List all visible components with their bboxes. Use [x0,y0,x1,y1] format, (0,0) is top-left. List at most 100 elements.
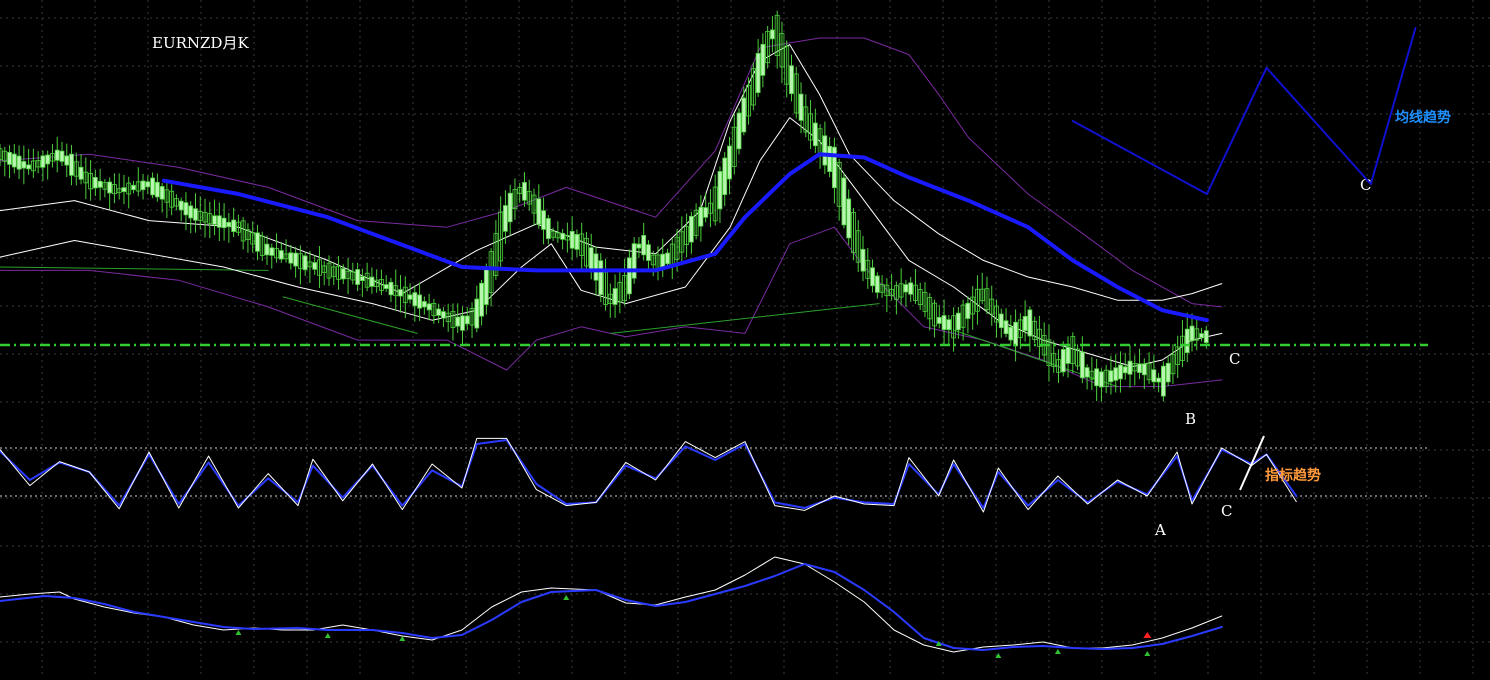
candle-body [145,181,151,188]
candle-body [545,218,551,239]
candle-body [64,155,70,166]
candle-body [822,135,828,166]
candle-body [107,181,113,194]
candle-body [1203,330,1209,344]
label-c-price: C [1229,350,1240,368]
candle-body [703,207,709,218]
candle-body [212,215,217,225]
candle-body [1113,367,1119,381]
candle-body [946,319,952,331]
candle-body [860,248,866,272]
candle-body [998,313,1004,329]
candle-body [626,257,632,295]
candle-body [955,312,961,331]
candle-body [660,253,666,268]
candle-body [417,294,422,309]
candle-body [641,235,647,256]
candle-body [1165,362,1171,383]
candle-body [1108,370,1114,383]
candle-body [789,65,794,95]
candle-body [1151,369,1157,383]
candle-body [154,181,160,198]
candle-body [11,153,17,168]
candle-body [474,298,480,329]
candle-body [383,284,389,289]
candle-body [841,177,847,226]
chart-container: EURNZD月K 均线趋势 指标趋势 C C B A C [0,0,1490,676]
candle-body [78,166,84,180]
candle-body [193,208,198,221]
candle-body [293,252,299,267]
candle-body [355,269,361,285]
candle-body [21,161,27,169]
candle-body [483,266,489,305]
candle-body [736,112,742,150]
candle-body [698,206,704,227]
candle-body [407,294,413,300]
chart-title: EURNZD月K [152,34,249,52]
candle-body [441,311,446,319]
candle-body [421,301,427,308]
candle-body [870,267,875,287]
candle-body [150,177,155,196]
candle-body [965,302,971,319]
candle-body [646,244,651,261]
candle-body [1118,364,1123,380]
candle-body [1013,321,1018,347]
candle-body [612,288,618,305]
candle-body [97,180,103,188]
candle-body [665,252,670,265]
candle-body [1137,363,1142,374]
candle-body [178,200,184,211]
candle-body [1141,363,1147,376]
candle-body [183,202,189,216]
candle-body [159,186,165,200]
candle-body [131,184,136,191]
eurnzd-monthly-chart: EURNZD月K 均线趋势 指标趋势 C C B A C [0,0,1490,676]
candle-body [412,292,418,307]
candle-body [1079,351,1085,379]
candle-body [760,43,766,76]
candle-body [1084,367,1090,378]
candle-body [188,205,194,219]
candle-body [140,180,146,191]
candle-body [16,155,22,170]
candle-body [846,198,852,239]
candle-body [593,253,599,281]
candle-body [569,230,575,249]
candle-body [941,315,947,330]
candle-body [507,192,513,223]
candle-body [92,177,98,189]
candle-body [436,308,442,316]
candle-body [359,276,365,281]
candle-body [59,150,65,162]
candle-body [288,252,294,264]
candle-body [340,268,346,280]
candle-body [1122,366,1128,374]
candle-body [1160,365,1166,397]
candle-body [226,221,232,227]
candle-body [1003,320,1009,335]
candle-body [541,210,546,230]
candle-body [727,145,732,180]
candle-body [798,93,804,121]
candle-body [312,262,318,270]
candle-body [1094,368,1100,387]
candle-body [688,215,694,243]
candle-body [278,250,284,260]
candle-body [722,157,728,195]
candle-body [874,275,880,293]
candle-body [69,153,74,176]
candle-body [717,171,723,210]
candle-body [221,217,227,229]
candle-body [1060,349,1066,373]
candle-body [26,164,32,170]
candle-body [398,289,403,297]
candle-body [636,243,642,249]
ma-trend-label: 均线趋势 [1395,109,1451,126]
candle-body [1199,333,1204,338]
candle-body [536,198,542,225]
candle-body [269,247,275,256]
candle-body [45,154,51,165]
candle-body [598,260,604,295]
